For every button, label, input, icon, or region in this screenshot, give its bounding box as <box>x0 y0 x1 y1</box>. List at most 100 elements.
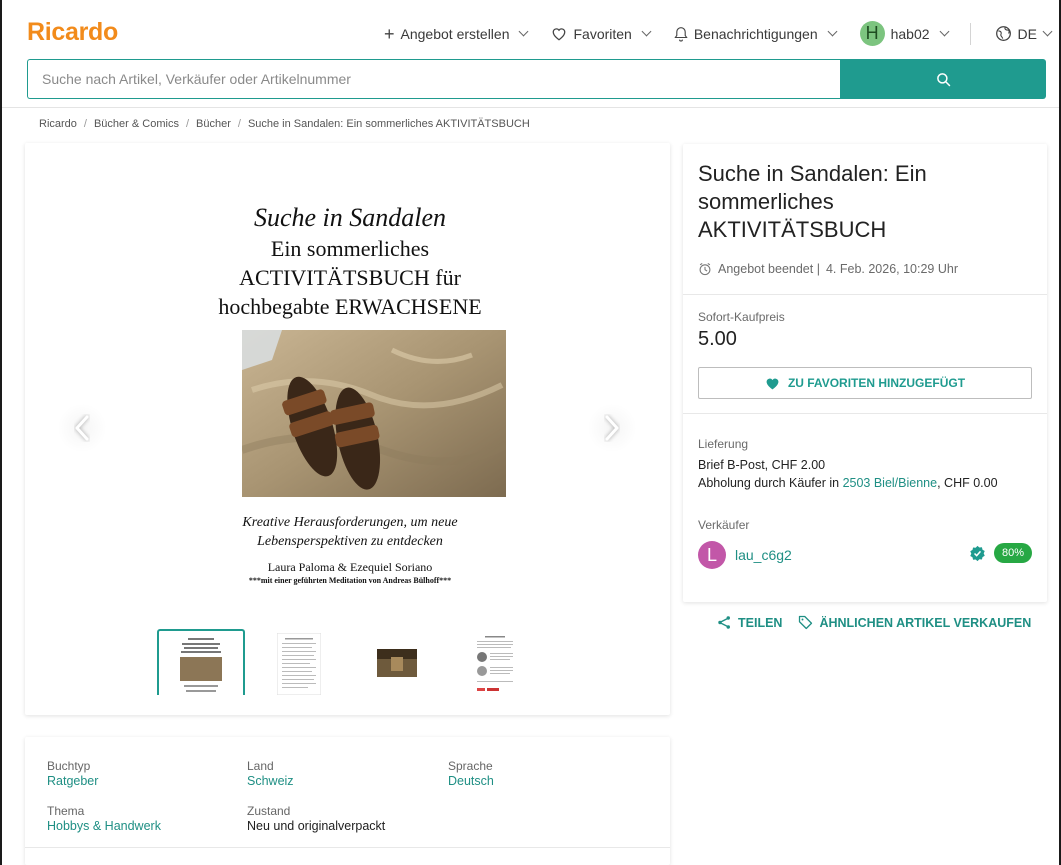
cover-sandals-photo <box>242 330 506 497</box>
breadcrumb-item-ricardo[interactable]: Ricardo <box>39 118 77 130</box>
section-divider <box>683 413 1047 414</box>
detail-zustand: Zustand Neu und originalverpackt <box>247 804 385 833</box>
detail-thema: Thema Hobbys & Handwerk <box>47 804 161 833</box>
sell-similar-label: ÄHNLICHEN ARTIKEL VERKAUFEN <box>819 615 1032 630</box>
nav-divider <box>969 22 971 45</box>
offer-ended-date: 4. Feb. 2026, 10:29 Uhr <box>825 262 958 276</box>
chevron-down-icon <box>519 26 529 37</box>
delivery-label: Lieferung <box>698 437 749 451</box>
cover-title-line2: Ein sommerliches <box>270 236 430 261</box>
section-divider <box>25 847 670 848</box>
top-navigation: + Angebot erstellen Favoriten Benachrich… <box>360 21 1053 46</box>
listing-title: Suche in Sandalen: Ein sommerliches AKTI… <box>698 161 927 242</box>
favorites-label: Favoriten <box>573 25 632 42</box>
detail-label: Land <box>247 759 274 773</box>
detail-label: Sprache <box>448 759 493 773</box>
tag-icon <box>799 615 813 630</box>
gallery-next-button[interactable] <box>587 403 637 453</box>
share-button[interactable]: TEILEN <box>717 615 782 630</box>
chevron-down-icon <box>1042 26 1053 37</box>
chevron-down-icon <box>827 26 838 37</box>
detail-sprache: Sprache Deutsch <box>448 759 494 788</box>
ricardo-logo[interactable]: Ricardo <box>27 18 118 47</box>
user-avatar: H <box>859 21 885 46</box>
breadcrumb-separator: / <box>83 118 87 130</box>
gallery-prev-button[interactable] <box>57 403 107 453</box>
cover-subtitle-line2: Lebensperspektiven zu entdecken <box>257 534 443 549</box>
listing-info-card: Suche in Sandalen: Ein sommerliches AKTI… <box>683 144 1047 602</box>
breadcrumb-separator: / <box>185 118 190 130</box>
pickup-suffix: , CHF 0.00 <box>937 476 998 490</box>
sell-similar-button[interactable]: ÄHNLICHEN ARTIKEL VERKAUFEN <box>798 615 1031 630</box>
breadcrumb-item-books-comics[interactable]: Bücher & Comics <box>94 118 179 130</box>
chevron-left-icon <box>75 415 89 441</box>
seller-info[interactable]: L lau_c6g2 <box>698 541 792 569</box>
image-gallery: Suche in Sandalen Ein sommerliches ACTIV… <box>25 143 670 715</box>
section-divider <box>683 294 1047 295</box>
heart-filled-icon <box>766 378 779 389</box>
breadcrumb-item-current: Suche in Sandalen: Ein sommerliches AKTI… <box>247 118 530 130</box>
cover-subtitle: Kreative Herausforderungen, um neue Lebe… <box>195 513 505 551</box>
detail-value-link[interactable]: Ratgeber <box>47 774 98 788</box>
detail-label: Zustand <box>247 804 291 818</box>
detail-value-link[interactable]: Deutsch <box>448 774 494 788</box>
cover-subtitle-line1: Kreative Herausforderungen, um neue <box>242 515 458 530</box>
search-input[interactable] <box>27 59 840 99</box>
detail-value-link[interactable]: Hobbys & Handwerk <box>47 819 161 833</box>
listing-actions: TEILEN ÄHNLICHEN ARTIKEL VERKAUFEN <box>717 615 1031 630</box>
search-button[interactable] <box>840 59 1046 99</box>
detail-label: Thema <box>47 804 85 818</box>
pickup-location-link[interactable]: 2503 Biel/Bienne <box>843 476 938 490</box>
language-menu[interactable]: DE <box>995 25 1053 42</box>
seller-rating-badge: 80% <box>993 543 1032 563</box>
user-menu[interactable]: H hab02 <box>859 21 949 46</box>
notifications-label: Benachrichtigungen <box>693 25 818 42</box>
plus-icon: + <box>384 23 395 44</box>
chevron-right-icon <box>605 415 619 441</box>
globe-icon <box>995 26 1011 41</box>
favorites-menu[interactable]: Favoriten <box>551 25 652 42</box>
username-label: hab02 <box>890 25 930 42</box>
detail-value: Neu und originalverpackt <box>247 819 386 833</box>
cover-title: Suche in Sandalen <box>253 203 447 232</box>
delivery-option-post: Brief B-Post, CHF 2.00 <box>698 458 826 472</box>
heart-icon <box>553 27 566 40</box>
share-icon <box>718 616 730 629</box>
chevron-down-icon <box>641 26 652 37</box>
language-label: DE <box>1017 25 1037 42</box>
pickup-prefix: Abholung durch Käufer in <box>698 476 840 490</box>
search-icon <box>936 72 950 86</box>
thumbnail-2[interactable] <box>255 629 343 695</box>
alarm-clock-icon <box>699 262 711 276</box>
detail-land: Land Schweiz <box>247 759 294 788</box>
thumbnail-1[interactable] <box>157 629 245 695</box>
share-label: TEILEN <box>738 615 783 630</box>
site-header: Ricardo + Angebot erstellen Favoriten Be… <box>2 0 1059 108</box>
add-to-favorites-button[interactable]: ZU FAVORITEN HINZUGEFÜGT <box>698 367 1032 399</box>
thumbnail-strip <box>157 629 539 695</box>
detail-label: Buchtyp <box>47 759 91 773</box>
favorites-button-label: ZU FAVORITEN HINZUGEFÜGT <box>787 376 966 390</box>
breadcrumb-item-books[interactable]: Bücher <box>196 118 231 130</box>
search-bar <box>27 59 1046 99</box>
detail-buchtyp: Buchtyp Ratgeber <box>47 759 98 788</box>
create-offer-menu[interactable]: + Angebot erstellen <box>384 23 529 44</box>
offer-ended-label: Angebot beendet | <box>718 262 820 276</box>
seller-avatar: L <box>698 541 726 569</box>
verified-badge-icon <box>970 545 985 561</box>
seller-rating: 80% <box>969 543 1032 563</box>
price-value: 5.00 <box>698 328 737 350</box>
cover-authors: Laura Paloma & Ezequiel Soriano <box>267 560 433 574</box>
thumbnail-4[interactable] <box>451 629 539 695</box>
item-details-card: Buchtyp Ratgeber Land Schweiz Sprache De… <box>25 737 670 865</box>
seller-label: Verkäufer <box>698 518 750 532</box>
delivery-option-pickup: Abholung durch Käufer in 2503 Biel/Bienn… <box>698 476 998 490</box>
price-label: Sofort-Kaufpreis <box>698 310 785 324</box>
detail-value-link[interactable]: Schweiz <box>247 774 294 788</box>
notifications-menu[interactable]: Benachrichtigungen <box>674 25 838 42</box>
thumbnail-3[interactable] <box>353 629 441 695</box>
cover-title-line4: hochbegabte ERWACHSENE <box>218 294 482 319</box>
seller-name-link[interactable]: lau_c6g2 <box>735 547 792 563</box>
book-cover-image[interactable]: Suche in Sandalen Ein sommerliches ACTIV… <box>195 188 506 608</box>
chevron-down-icon <box>939 26 949 37</box>
